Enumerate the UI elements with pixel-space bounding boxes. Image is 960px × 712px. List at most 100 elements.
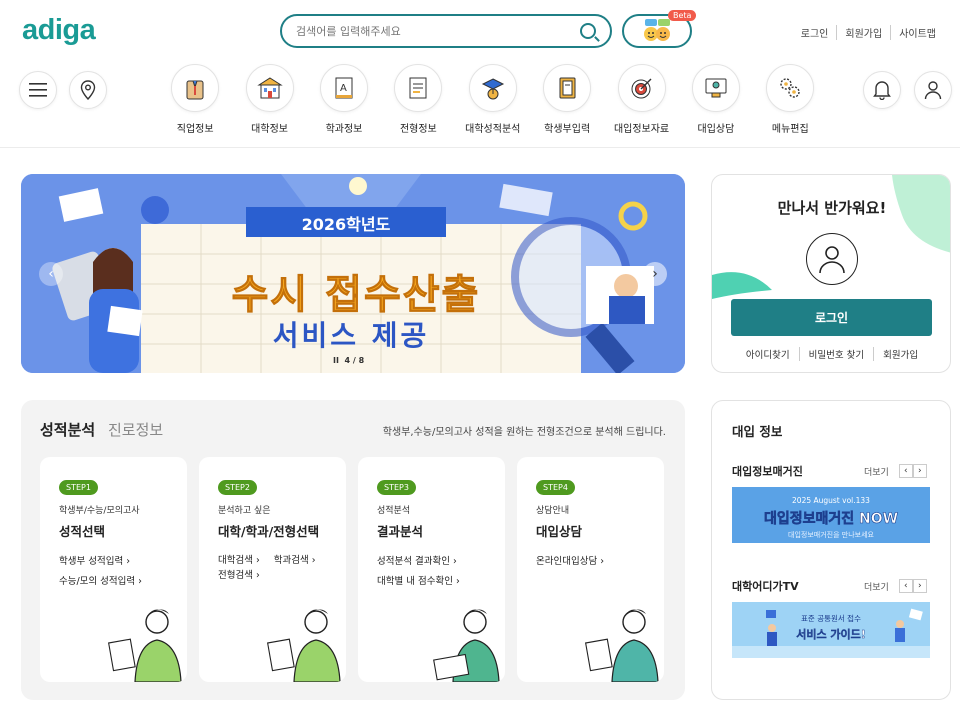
admission-info-panel: 대입 정보 대입정보매거진 더보기 ‹ › 2025 August vol.13… bbox=[711, 400, 951, 700]
step-badge: STEP2 bbox=[218, 480, 257, 495]
step-card-3[interactable]: STEP3 성적분석 결과분석 성적분석 결과확인 › 대학별 내 점수확인 › bbox=[358, 457, 505, 682]
login-button[interactable]: 로그인 bbox=[731, 299, 932, 336]
nav-item-label: 메뉴편집 bbox=[771, 124, 809, 135]
nav-item-6[interactable]: 학생부입력 bbox=[530, 64, 604, 135]
nav-item-4[interactable]: 전형정보 bbox=[381, 64, 455, 135]
banner-prev-button[interactable]: ‹ bbox=[39, 262, 63, 286]
nav-item-label: 직업정보 bbox=[176, 124, 214, 135]
book-icon: A bbox=[319, 64, 368, 112]
step-link[interactable]: 학생부 성적입력 › bbox=[59, 552, 168, 572]
tab-career-info[interactable]: 진로정보 bbox=[108, 419, 163, 440]
step-link[interactable]: 성적분석 결과확인 › bbox=[377, 552, 486, 572]
location-pin-icon bbox=[80, 80, 96, 100]
notebook-icon bbox=[543, 64, 592, 112]
nav-item-5[interactable]: 대학성적분석 bbox=[456, 64, 530, 135]
nav-item-label: 대입정보자료 bbox=[613, 124, 670, 135]
grade-description: 학생부,수능/모의고사 성적을 원하는 전형조건으로 분석해 드립니다. bbox=[382, 427, 666, 438]
banner-page-count: 4 / 8 bbox=[344, 356, 365, 365]
magazine-banner[interactable]: 2025 August vol.133 대입정보매거진 NOW 대입정보매거진을… bbox=[732, 487, 930, 543]
login-link[interactable]: 로그인 bbox=[793, 25, 837, 40]
search-icon[interactable] bbox=[580, 23, 596, 39]
step-title: 대학/학과/전형선택 bbox=[218, 524, 320, 539]
user-button[interactable] bbox=[914, 71, 952, 109]
person-illustration bbox=[267, 609, 341, 682]
magazine-prev-button[interactable]: ‹ bbox=[898, 464, 913, 478]
nav-item-3[interactable]: A 학과정보 bbox=[307, 64, 381, 135]
step-link[interactable]: 전형검색 › bbox=[218, 566, 327, 586]
nav-item-2[interactable]: 대학정보 bbox=[232, 64, 306, 135]
banner-next-button[interactable]: › bbox=[643, 262, 667, 286]
nav-item-1[interactable]: 직업정보 bbox=[158, 64, 232, 135]
step-link[interactable]: 학과검색 › bbox=[274, 552, 316, 566]
nav-item-label: 대입상담 bbox=[697, 124, 735, 135]
login-greeting: 만나서 반가워요! bbox=[777, 199, 887, 217]
graduation-chart-icon bbox=[468, 64, 517, 112]
step-card-4[interactable]: STEP4 상담안내대입상담온라인대입상담 › bbox=[517, 457, 664, 682]
magazine-banner-main: 대입정보매거진 NOW bbox=[763, 511, 899, 528]
tv-more-link[interactable]: 더보기 bbox=[864, 580, 889, 593]
step-title: 결과분석 bbox=[377, 524, 424, 539]
person-illustration bbox=[433, 609, 500, 682]
nav-item-label: 대학정보 bbox=[251, 124, 288, 135]
tv-banner[interactable]: 표준 공통원서 접수 서비스 가이드! bbox=[732, 602, 930, 658]
adiga-logo[interactable]: adiga bbox=[22, 14, 96, 47]
header-divider bbox=[0, 147, 960, 148]
find-id-link[interactable]: 아이디찾기 bbox=[737, 347, 799, 361]
tv-banner-main: 서비스 가이드! bbox=[796, 628, 866, 641]
sitemap-link[interactable]: 사이트맵 bbox=[890, 25, 944, 40]
chatbot-faces-icon bbox=[644, 19, 670, 41]
tv-title: 대학어디가TV bbox=[732, 580, 799, 593]
tab-grade-analysis[interactable]: 성적분석 bbox=[40, 419, 95, 440]
magazine-banner-sub: 대입정보매거진을 만나보세요 bbox=[788, 531, 874, 539]
step-subtitle: 학생부/수능/모의고사 bbox=[59, 506, 140, 516]
location-button[interactable] bbox=[69, 71, 107, 109]
find-password-link[interactable]: 비밀번호 찾기 bbox=[798, 347, 873, 361]
magazine-banner-top: 2025 August vol.133 bbox=[792, 496, 870, 505]
main-banner[interactable]: 2026학년도 수시 접수산출 서비스 제공 ‹ › II 4 / 8 bbox=[21, 174, 685, 373]
step-link[interactable]: 온라인대입상담 › bbox=[536, 552, 645, 572]
login-links: 아이디찾기 비밀번호 찾기 회원가입 bbox=[712, 347, 950, 361]
step-link[interactable]: 대학별 내 점수확인 › bbox=[377, 572, 486, 592]
monitor-counsel-icon bbox=[691, 64, 740, 112]
step-card-1[interactable]: STEP1 학생부/수능/모의고사 성적선택 학생부 성적입력 › 수능/모의 성적입력… bbox=[40, 457, 187, 682]
chevron-left-icon: ‹ bbox=[48, 266, 54, 282]
user-icon bbox=[924, 81, 942, 100]
hamburger-icon bbox=[29, 83, 47, 97]
nav-item-8[interactable]: 대입상담 bbox=[679, 64, 753, 135]
person-illustration bbox=[585, 609, 659, 682]
pause-icon[interactable]: II bbox=[333, 356, 339, 365]
nav-item-9[interactable]: 메뉴편집 bbox=[753, 64, 827, 135]
user-avatar-icon bbox=[819, 246, 845, 274]
main-nav: 직업정보 대학정보 A 학과정보 전형정보 대학성적분석 학생부입력 대입정보자료 대입상담 메뉴… bbox=[158, 64, 828, 135]
chevron-right-icon: › bbox=[918, 581, 922, 591]
magazine-more-link[interactable]: 더보기 bbox=[864, 465, 889, 478]
bell-icon bbox=[873, 81, 891, 100]
login-panel: 만나서 반가워요! 로그인 아이디찾기 비밀번호 찾기 회원가입 bbox=[711, 174, 951, 373]
step-subtitle: 상담안내 bbox=[536, 506, 570, 516]
menu-button[interactable] bbox=[19, 71, 57, 109]
chevron-right-icon: › bbox=[652, 266, 658, 282]
document-icon bbox=[394, 64, 443, 112]
search-input[interactable] bbox=[296, 24, 580, 38]
step-title: 대입상담 bbox=[536, 524, 583, 539]
nav-item-7[interactable]: 대입정보자료 bbox=[604, 64, 678, 135]
magazine-next-button[interactable]: › bbox=[912, 464, 927, 478]
university-icon bbox=[245, 64, 294, 112]
nav-item-label: 학과정보 bbox=[325, 124, 363, 135]
signup-link-panel[interactable]: 회원가입 bbox=[873, 347, 927, 361]
search-bar[interactable] bbox=[280, 14, 612, 48]
banner-pager: II 4 / 8 bbox=[333, 356, 364, 365]
step-badge: STEP4 bbox=[536, 480, 575, 495]
tv-prev-button[interactable]: ‹ bbox=[898, 579, 913, 593]
nav-item-label: 대학성적분석 bbox=[465, 124, 521, 135]
signup-link[interactable]: 회원가입 bbox=[836, 25, 890, 40]
step-badge: STEP1 bbox=[59, 480, 98, 495]
chevron-right-icon: › bbox=[918, 466, 922, 476]
banner-year: 2026학년도 bbox=[301, 215, 391, 234]
gears-icon bbox=[766, 64, 815, 112]
step-link[interactable]: 수능/모의 성적입력 › bbox=[59, 572, 168, 592]
notification-button[interactable] bbox=[863, 71, 901, 109]
step-link[interactable]: 대학검색 › bbox=[218, 552, 260, 566]
step-card-2[interactable]: STEP2 분석하고 싶은 대학/학과/전형선택 대학검색 › 학과검색 › 전형검색 › bbox=[199, 457, 346, 682]
tv-next-button[interactable]: › bbox=[912, 579, 927, 593]
